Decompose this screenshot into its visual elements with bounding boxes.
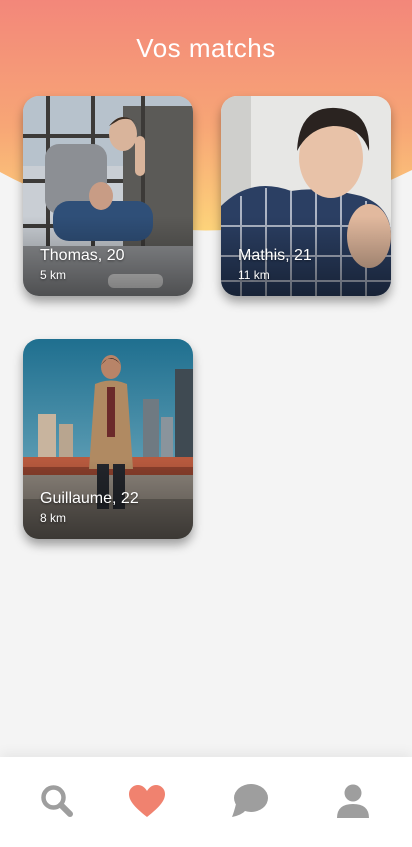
heart-icon [129, 785, 165, 817]
match-card-thomas[interactable]: Thomas, 20 5 km [23, 96, 193, 296]
tab-matches[interactable] [125, 779, 169, 823]
bottom-tab-bar [0, 757, 412, 847]
chat-icon [232, 784, 268, 817]
tab-search[interactable] [35, 779, 79, 823]
match-distance: 8 km [40, 511, 67, 525]
user-icon [337, 784, 369, 818]
matches-screen: Vos matchs Thomas, 20 5 km Mathis, 21 11… [0, 0, 412, 847]
tab-profile[interactable] [331, 779, 375, 823]
match-name: Thomas, 20 [40, 247, 125, 264]
match-name: Mathis, 21 [238, 247, 312, 264]
match-card-guillaume[interactable]: Guillaume, 22 8 km [23, 339, 193, 539]
search-icon [41, 785, 73, 817]
match-distance: 11 km [238, 268, 270, 282]
tab-messages[interactable] [228, 779, 272, 823]
match-distance: 5 km [40, 268, 67, 282]
match-name: Guillaume, 22 [40, 490, 139, 507]
match-card-mathis[interactable]: Mathis, 21 11 km [221, 96, 391, 296]
page-title: Vos matchs [136, 33, 276, 63]
